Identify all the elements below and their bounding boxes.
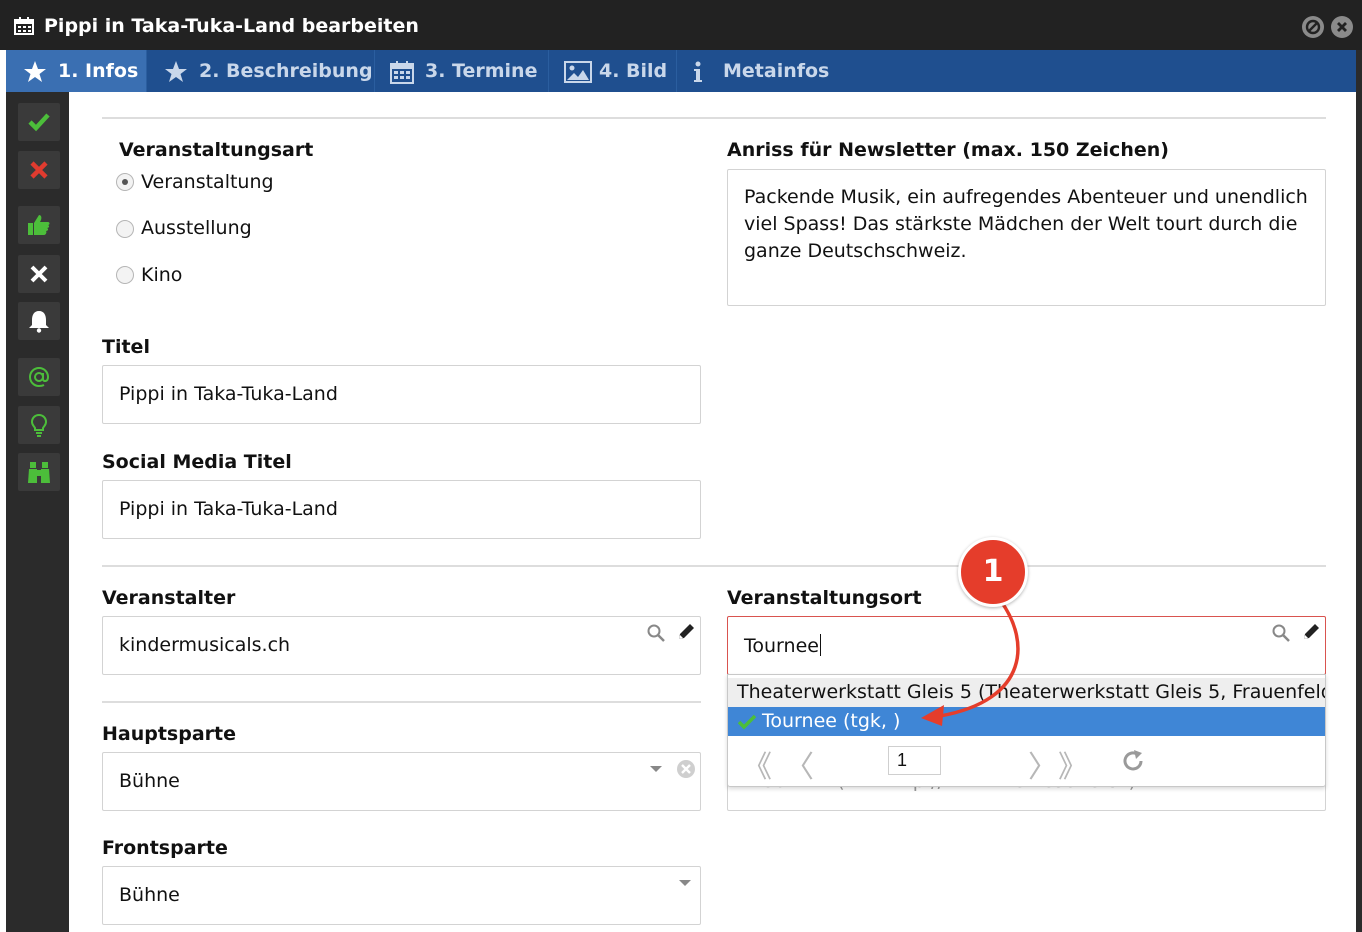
approve-button[interactable] (18, 206, 60, 244)
tab-beschreibung[interactable]: 2. Beschreibung (147, 50, 374, 92)
social-title-input[interactable]: Pippi in Taka-Tuka-Land (102, 480, 701, 539)
title-label: Titel (102, 336, 150, 358)
list-item-selected[interactable]: Tournee (tgk, ) (728, 707, 1325, 736)
next-page-button[interactable]: 〉 (1028, 742, 1058, 786)
cancel-button[interactable] (18, 151, 60, 189)
thumbs-up-icon (28, 215, 50, 235)
section-divider (102, 701, 701, 703)
first-page-button[interactable]: 《 (742, 742, 772, 786)
main-category-value: Bühne (119, 770, 180, 792)
suggestion-text: Tournee (tgk, ) (762, 710, 901, 732)
tips-button[interactable] (18, 406, 60, 444)
tab-bar: 1. Infos 2. Beschreibung 3. Termine 4. B… (6, 50, 1356, 92)
radio-label-veranstaltung[interactable]: Veranstaltung (141, 171, 274, 193)
pencil-icon[interactable] (676, 622, 696, 642)
front-category-label: Frontsparte (102, 837, 228, 859)
organizer-value: kindermusicals.ch (119, 634, 291, 656)
social-title-value: Pippi in Taka-Tuka-Land (119, 498, 338, 520)
at-icon (28, 366, 50, 388)
pencil-icon[interactable] (1301, 622, 1321, 642)
tab-label: Metainfos (723, 60, 830, 82)
list-item[interactable]: Theaterwerkstatt Gleis 5 (Theaterwerksta… (728, 678, 1325, 707)
email-button[interactable] (18, 358, 60, 396)
radio-kino[interactable] (116, 266, 134, 284)
image-icon (564, 61, 592, 83)
preview-button[interactable] (18, 453, 60, 491)
radio-label-kino[interactable]: Kino (141, 264, 182, 286)
close-form-button[interactable] (18, 255, 60, 293)
organizer-input[interactable]: kindermusicals.ch (102, 616, 701, 675)
star-icon (24, 61, 46, 82)
front-category-value: Bühne (119, 884, 180, 906)
cross-icon (30, 161, 48, 179)
save-button[interactable] (18, 103, 60, 141)
edit-event-window: Pippi in Taka-Tuka-Land bearbeiten 1. In… (0, 0, 1362, 932)
window-titlebar: Pippi in Taka-Tuka-Land bearbeiten (0, 0, 1362, 50)
annotation-badge: 1 (958, 537, 1028, 607)
organizer-label: Veranstalter (102, 587, 236, 609)
clear-icon[interactable] (675, 758, 697, 780)
tab-termine[interactable]: 3. Termine (375, 50, 548, 92)
tab-bild[interactable]: 4. Bild (549, 50, 676, 92)
close-icon[interactable] (1331, 16, 1353, 38)
notify-button[interactable] (18, 302, 60, 340)
radio-ausstellung[interactable] (116, 220, 134, 238)
refresh-icon[interactable] (1121, 749, 1145, 773)
newsletter-label: Anriss für Newsletter (max. 150 Zeichen) (727, 139, 1169, 161)
suggestion-text: Theaterwerkstatt Gleis 5 (Theaterwerksta… (737, 681, 1325, 703)
info-icon (694, 61, 702, 82)
tab-infos[interactable]: 1. Infos (6, 50, 146, 92)
section-divider (102, 117, 1326, 119)
tab-label: 4. Bild (599, 60, 668, 82)
search-icon[interactable] (646, 623, 666, 643)
front-category-select[interactable]: Bühne (102, 866, 701, 925)
venue-value: Tournee (744, 634, 821, 657)
prev-page-button[interactable]: 〈 (784, 742, 814, 786)
venue-label: Veranstaltungsort (727, 587, 922, 609)
page-number-input[interactable] (888, 746, 941, 775)
title-value: Pippi in Taka-Tuka-Land (119, 383, 338, 405)
chevron-down-icon[interactable] (649, 764, 663, 774)
radio-label-ausstellung[interactable]: Ausstellung (141, 217, 252, 239)
chevron-down-icon[interactable] (678, 878, 692, 888)
last-page-button[interactable]: 》 (1058, 742, 1088, 786)
binoculars-icon (28, 462, 50, 483)
main-category-label: Hauptsparte (102, 723, 237, 745)
title-input[interactable]: Pippi in Taka-Tuka-Land (102, 365, 701, 424)
newsletter-textarea[interactable]: Packende Musik, ein aufregendes Abenteue… (727, 169, 1326, 306)
venue-autocomplete-dropdown: Theaterwerkstatt Gleis 5 (Theaterwerksta… (727, 674, 1326, 787)
check-icon (738, 714, 756, 730)
tab-label: 1. Infos (58, 60, 139, 82)
close-icon (30, 265, 48, 283)
window-title: Pippi in Taka-Tuka-Land bearbeiten (44, 15, 419, 37)
minimize-icon[interactable] (1302, 16, 1324, 38)
tab-label: 3. Termine (425, 60, 538, 82)
event-type-label: Veranstaltungsart (119, 139, 314, 161)
section-divider (102, 565, 1326, 567)
check-icon (28, 113, 50, 132)
action-sidebar (6, 92, 69, 932)
bell-icon (29, 311, 49, 333)
social-title-label: Social Media Titel (102, 451, 292, 473)
main-category-select[interactable]: Bühne (102, 752, 701, 811)
lightbulb-icon (30, 413, 48, 437)
tab-metainfos[interactable]: Metainfos (677, 50, 837, 92)
star-icon (165, 61, 187, 82)
venue-input[interactable]: Tournee (727, 616, 1326, 675)
window-border (1356, 50, 1362, 932)
radio-veranstaltung[interactable] (116, 173, 134, 191)
tab-label: 2. Beschreibung (199, 60, 373, 82)
calendar-icon (14, 17, 34, 35)
calendar-icon (390, 61, 414, 84)
search-icon[interactable] (1271, 623, 1291, 643)
